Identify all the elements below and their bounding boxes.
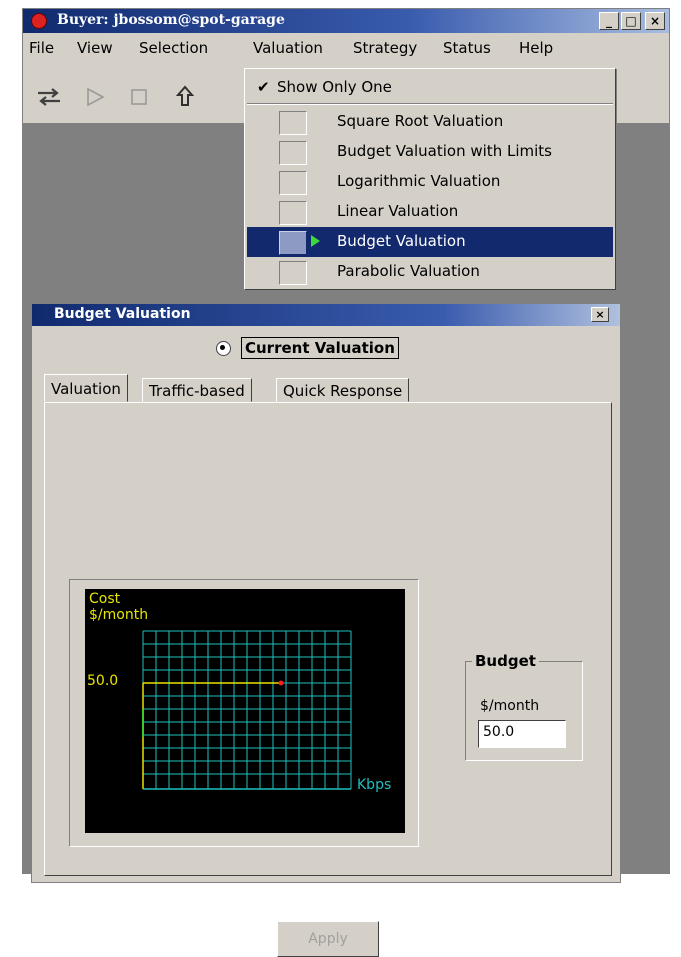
- item-checkbox: [279, 201, 307, 225]
- valuation-dropdown-menu: ✔ Show Only One Square Root Valuation Bu…: [244, 68, 616, 290]
- item-label: Square Root Valuation: [337, 112, 504, 130]
- title-bar[interactable]: Buyer: jbossom@spot-garage _ □ ×: [23, 9, 669, 33]
- item-checkbox: [279, 141, 307, 165]
- budget-legend: Budget: [472, 652, 539, 670]
- budget-input[interactable]: 50.0: [478, 720, 566, 748]
- budget-valuation-frame: Budget Valuation × Current Valuation Val…: [31, 303, 621, 957]
- menu-status[interactable]: Status: [443, 39, 491, 57]
- show-only-one-label: Show Only One: [277, 78, 392, 96]
- tab-valuation[interactable]: Valuation: [44, 374, 128, 402]
- item-label: Budget Valuation with Limits: [337, 142, 552, 160]
- menu-item-show-only-one[interactable]: ✔ Show Only One: [247, 73, 613, 103]
- tab-quick-response[interactable]: Quick Response: [276, 378, 410, 402]
- budget-point: [278, 680, 284, 686]
- play-icon[interactable]: [81, 83, 109, 111]
- graph-canvas: [142, 630, 352, 790]
- minimize-button[interactable]: _: [599, 12, 619, 30]
- stop-icon[interactable]: [125, 83, 153, 111]
- radio-label: Current Valuation: [241, 337, 399, 359]
- menu-item-square-root[interactable]: Square Root Valuation: [247, 107, 613, 137]
- frame-close-button[interactable]: ×: [591, 307, 609, 322]
- item-label: Linear Valuation: [337, 202, 459, 220]
- item-label: Budget Valuation: [337, 232, 466, 250]
- maximize-button[interactable]: □: [621, 12, 641, 30]
- item-checkbox: [279, 231, 307, 255]
- app-icon: [31, 13, 47, 29]
- menu-valuation[interactable]: Valuation: [247, 37, 329, 63]
- menu-view[interactable]: View: [77, 39, 113, 57]
- menu-item-budget-with-limits[interactable]: Budget Valuation with Limits: [247, 137, 613, 167]
- radio-button[interactable]: [216, 340, 231, 356]
- selected-arrow-icon: [311, 235, 320, 247]
- menu-file[interactable]: File: [29, 39, 54, 57]
- window-title: Buyer: jbossom@spot-garage: [57, 12, 285, 28]
- menu-selection[interactable]: Selection: [139, 39, 208, 57]
- current-valuation-option[interactable]: Current Valuation: [216, 334, 399, 362]
- item-label: Logarithmic Valuation: [337, 172, 501, 190]
- budget-group: Budget $/month 50.0: [465, 652, 583, 761]
- menu-strategy[interactable]: Strategy: [353, 39, 417, 57]
- menu-separator: [247, 103, 613, 105]
- budget-unit-label: $/month: [480, 698, 540, 714]
- item-checkbox: [279, 111, 307, 135]
- valuation-tab-panel: Cost $/month 50.0 Kbps Budget $/month 50…: [44, 402, 612, 957]
- menu-item-parabolic[interactable]: Parabolic Valuation: [247, 257, 613, 287]
- apply-button[interactable]: Apply: [277, 921, 379, 957]
- valuation-graph[interactable]: Cost $/month 50.0 Kbps: [85, 589, 405, 833]
- menu-item-budget[interactable]: Budget Valuation: [247, 227, 613, 257]
- graph-x-label: Kbps: [357, 777, 392, 793]
- graph-panel: Cost $/month 50.0 Kbps: [69, 579, 419, 847]
- menu-bar: File View Selection Valuation Strategy S…: [23, 35, 669, 63]
- check-icon: ✔: [257, 78, 270, 96]
- tab-traffic-based[interactable]: Traffic-based: [142, 378, 252, 402]
- item-label: Parabolic Valuation: [337, 262, 480, 280]
- upload-icon[interactable]: [171, 83, 199, 111]
- swap-arrows-icon[interactable]: [35, 83, 63, 111]
- menu-item-linear[interactable]: Linear Valuation: [247, 197, 613, 227]
- graph-budget-marker: 50.0: [87, 673, 119, 689]
- close-button[interactable]: ×: [645, 12, 665, 30]
- menu-item-logarithmic[interactable]: Logarithmic Valuation: [247, 167, 613, 197]
- menu-help[interactable]: Help: [519, 39, 553, 57]
- frame-title: Budget Valuation: [54, 306, 191, 322]
- item-checkbox: [279, 261, 307, 285]
- frame-title-bar[interactable]: Budget Valuation ×: [32, 304, 620, 326]
- item-checkbox: [279, 171, 307, 195]
